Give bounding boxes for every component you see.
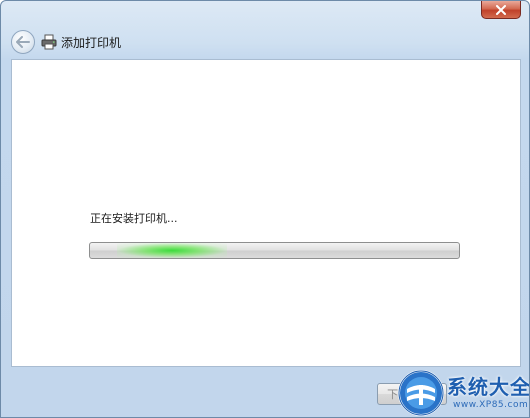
- install-progress-bar: [89, 242, 460, 259]
- watermark-url: www.XP85.com: [453, 400, 529, 410]
- window-title: 添加打印机: [61, 35, 122, 50]
- back-button[interactable]: [11, 30, 35, 54]
- watermark-brand: 系统大全: [447, 375, 530, 399]
- navigation-bar: 添加打印机: [1, 25, 529, 59]
- close-button[interactable]: [481, 1, 521, 19]
- close-icon: [496, 4, 506, 15]
- content-panel: 正在安装打印机...: [11, 59, 521, 367]
- globe-logo-icon: [398, 370, 444, 416]
- watermark: 系统大全 www.XP85.com: [395, 367, 530, 417]
- add-printer-window: 添加打印机 正在安装打印机... 下一步(N) 系统大全 www.XP85.co…: [0, 0, 530, 418]
- status-text: 正在安装打印机...: [90, 212, 178, 225]
- progress-glow: [116, 243, 227, 258]
- back-arrow-icon: [16, 36, 30, 48]
- printer-icon: [41, 34, 57, 50]
